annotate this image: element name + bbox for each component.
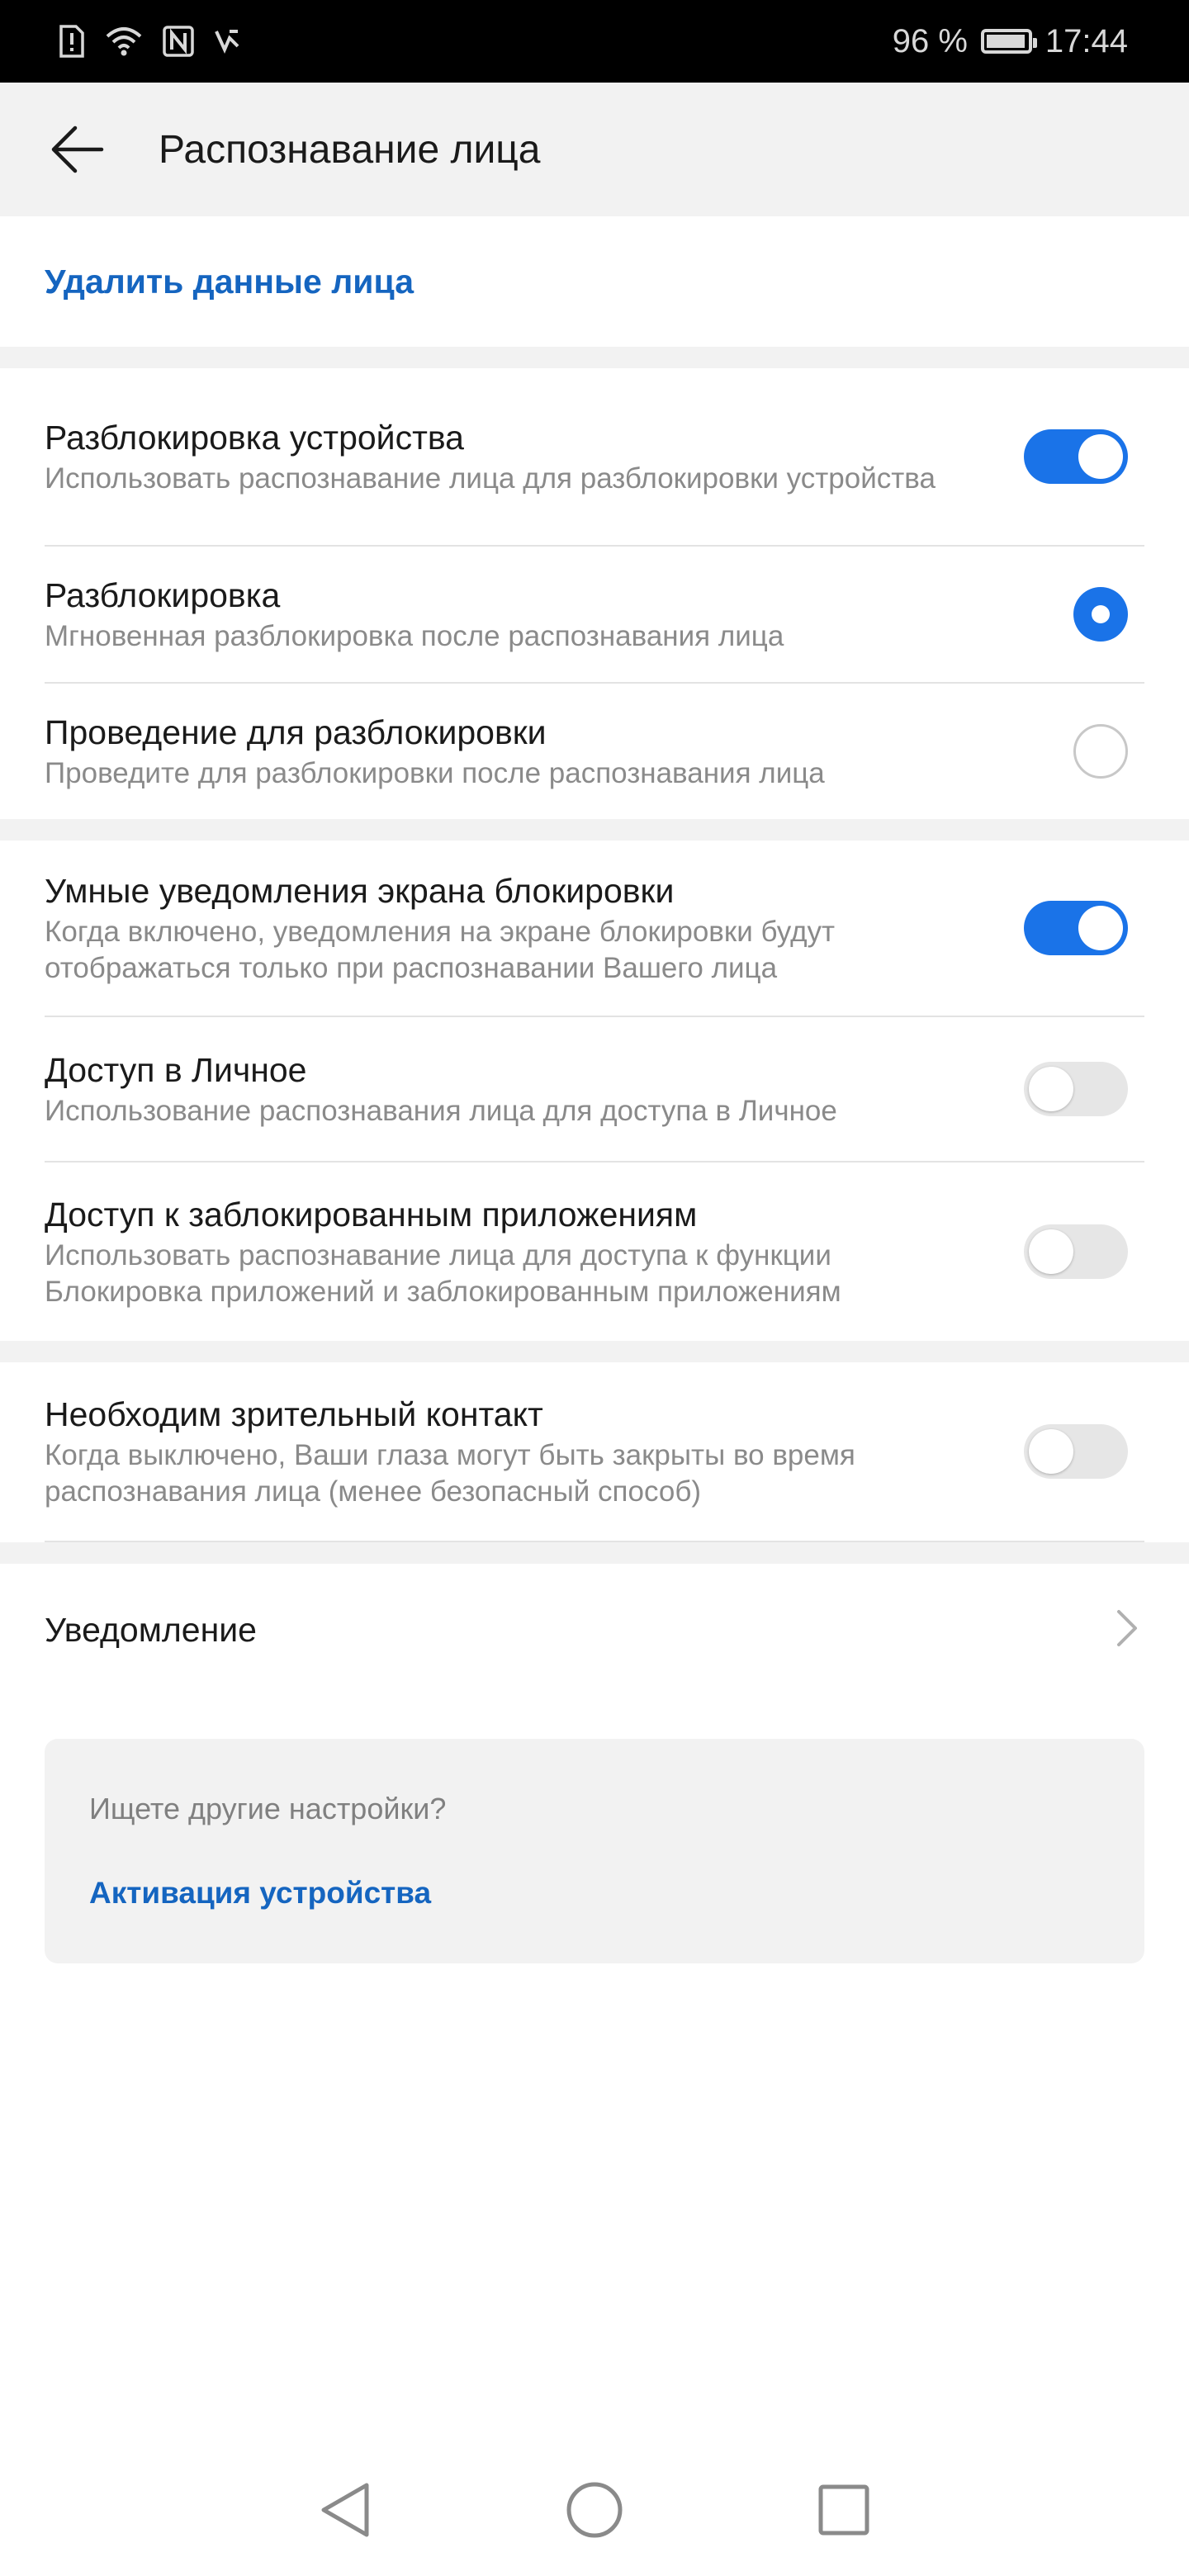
section-divider <box>0 819 1189 841</box>
private-space-row[interactable]: Доступ в Личное Использование распознава… <box>45 1017 1144 1163</box>
device-unlock-title: Разблокировка устройства <box>45 419 464 457</box>
sim-alert-icon <box>58 25 86 58</box>
nav-home-button[interactable] <box>561 2477 628 2543</box>
smart-notifications-subtitle: Когда включено, уведомления на экране бл… <box>45 916 836 984</box>
status-right: 96 % 17:44 <box>893 23 1128 60</box>
section-divider <box>0 1542 1189 1564</box>
suggestion-card: Ищете другие настройки? Активация устрой… <box>45 1739 1144 1963</box>
device-unlock-switch[interactable] <box>1024 429 1128 484</box>
data-saver-icon <box>213 25 241 58</box>
device-unlock-subtitle: Использовать распознавание лица для разб… <box>45 462 936 495</box>
eye-contact-subtitle: Когда выключено, Ваши глаза могут быть з… <box>45 1439 855 1508</box>
device-activation-link[interactable]: Активация устройства <box>89 1876 1100 1911</box>
recents-square-icon <box>818 2484 869 2536</box>
navigation-bar <box>0 2444 1189 2576</box>
locked-apps-title: Доступ к заблокированным приложениям <box>45 1196 698 1234</box>
status-icons <box>58 25 241 58</box>
device-unlock-row[interactable]: Разблокировка устройства Использовать ра… <box>45 368 1144 547</box>
swipe-unlock-row[interactable]: Проведение для разблокировки Проведите д… <box>45 684 1144 819</box>
attention-section: Необходим зрительный контакт Когда выклю… <box>0 1362 1189 1542</box>
app-bar: Распознавание лица <box>0 83 1189 216</box>
section-divider <box>0 347 1189 368</box>
eye-contact-row[interactable]: Необходим зрительный контакт Когда выклю… <box>45 1362 1144 1542</box>
home-circle-icon <box>566 2482 623 2538</box>
swipe-unlock-subtitle: Проведите для разблокировки после распоз… <box>45 757 825 789</box>
eye-contact-title: Необходим зрительный контакт <box>45 1395 543 1433</box>
locked-apps-switch[interactable] <box>1024 1224 1128 1279</box>
locked-apps-subtitle: Использовать распознавание лица для дост… <box>45 1239 841 1308</box>
battery-percent: 96 % <box>892 22 968 59</box>
delete-face-data-link[interactable]: Удалить данные лица <box>0 216 1189 347</box>
back-button[interactable] <box>48 120 107 179</box>
page-title: Распознавание лица <box>159 127 541 172</box>
direct-unlock-radio[interactable] <box>1073 587 1128 642</box>
smart-notifications-row[interactable]: Умные уведомления экрана блокировки Когд… <box>45 841 1144 1017</box>
back-triangle-icon <box>321 2483 369 2537</box>
private-space-switch[interactable] <box>1024 1062 1128 1116</box>
smart-notifications-title: Умные уведомления экрана блокировки <box>45 872 675 910</box>
direct-unlock-row[interactable]: Разблокировка Мгновенная разблокировка п… <box>45 547 1144 684</box>
suggestion-title: Ищете другие настройки? <box>89 1792 447 1825</box>
private-space-subtitle: Использование распознавания лица для дос… <box>45 1095 837 1127</box>
direct-unlock-title: Разблокировка <box>45 576 281 614</box>
nfc-icon <box>162 25 195 58</box>
access-section: Умные уведомления экрана блокировки Когд… <box>0 841 1189 1341</box>
chevron-right-icon <box>1115 1608 1139 1653</box>
nav-recents-button[interactable] <box>811 2477 877 2543</box>
section-divider <box>0 1341 1189 1362</box>
wifi-icon <box>104 25 144 58</box>
clock: 17:44 <box>1045 22 1128 59</box>
unlock-section: Разблокировка устройства Использовать ра… <box>0 368 1189 819</box>
notification-row[interactable]: Уведомление <box>0 1564 1189 1696</box>
direct-unlock-subtitle: Мгновенная разблокировка после распознав… <box>45 620 784 652</box>
status-bar: 96 % 17:44 <box>0 0 1189 83</box>
locked-apps-row[interactable]: Доступ к заблокированным приложениям Исп… <box>45 1163 1144 1341</box>
eye-contact-switch[interactable] <box>1024 1424 1128 1479</box>
swipe-unlock-radio[interactable] <box>1073 724 1128 779</box>
notification-title: Уведомление <box>45 1611 257 1649</box>
nav-back-button[interactable] <box>312 2477 378 2543</box>
battery-fill <box>986 35 1025 48</box>
battery-icon <box>980 29 1037 54</box>
private-space-title: Доступ в Личное <box>45 1051 307 1089</box>
smart-notifications-switch[interactable] <box>1024 901 1128 955</box>
arrow-left-icon <box>51 125 104 173</box>
swipe-unlock-title: Проведение для разблокировки <box>45 713 547 751</box>
